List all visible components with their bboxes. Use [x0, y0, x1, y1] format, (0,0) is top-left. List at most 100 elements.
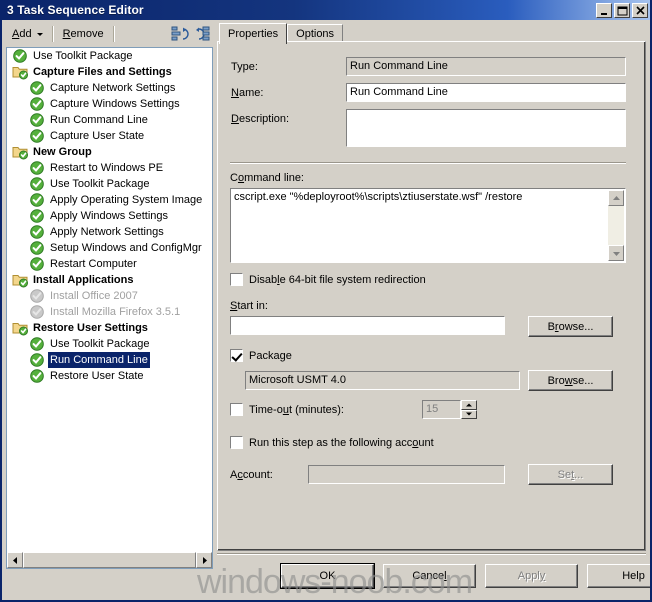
status-check-icon	[30, 113, 44, 127]
minimize-button[interactable]	[596, 2, 612, 18]
minimize-icon	[601, 12, 607, 15]
move-up-button[interactable]	[169, 24, 191, 44]
tree-item[interactable]: Capture Files and Settings	[7, 64, 212, 80]
right-arrow-icon	[202, 556, 207, 564]
status-check-icon	[30, 305, 44, 319]
tree-item[interactable]: Install Applications	[7, 272, 212, 288]
tree-horizontal-scrollbar[interactable]	[7, 552, 212, 568]
ok-button[interactable]: OK	[280, 563, 375, 589]
maximize-button[interactable]	[614, 2, 630, 18]
folder-icon	[12, 323, 28, 336]
help-button-label: Help	[622, 570, 645, 582]
tree-item-label: Install Applications	[33, 274, 134, 286]
status-check-icon	[30, 225, 44, 239]
status-check-icon	[30, 241, 44, 255]
start-in-input[interactable]	[230, 316, 505, 335]
timeout-value[interactable]: 15	[422, 400, 461, 419]
disable-redirection-checkbox[interactable]	[230, 273, 243, 286]
folder-icon	[12, 67, 28, 80]
run-as-checkbox[interactable]	[230, 436, 243, 449]
timeout-checkbox[interactable]	[230, 403, 243, 416]
help-button[interactable]: Help	[587, 564, 650, 588]
toolbar-separator-1	[51, 26, 54, 42]
command-line-scroll-down-button[interactable]	[608, 245, 624, 261]
start-in-browse-button[interactable]: Browse...	[528, 316, 613, 337]
close-icon	[636, 5, 645, 15]
tree-item[interactable]: Restore User Settings	[7, 320, 212, 336]
tree-item-label: Install Office 2007	[50, 290, 138, 302]
scroll-right-button[interactable]	[196, 552, 212, 568]
remove-button[interactable]: Remove	[57, 24, 110, 44]
tree-item-label: Capture Windows Settings	[50, 98, 180, 110]
status-check-icon	[30, 353, 44, 367]
start-in-label: Start in:	[230, 300, 268, 312]
package-checkbox[interactable]	[230, 349, 243, 362]
add-button[interactable]: Add	[6, 24, 49, 44]
tree-item[interactable]: Run Command Line	[7, 352, 212, 368]
set-account-button[interactable]: Set...	[528, 464, 613, 485]
tree-item[interactable]: Restart Computer	[7, 256, 212, 272]
status-check-icon	[30, 161, 44, 175]
description-input[interactable]	[346, 109, 626, 147]
tree-item[interactable]: New Group	[7, 144, 212, 160]
tree-item[interactable]: Restart to Windows PE	[7, 160, 212, 176]
apply-button[interactable]: Apply	[485, 564, 578, 588]
cancel-button[interactable]: Cancel	[383, 564, 476, 588]
tree-item[interactable]: Run Command Line	[7, 112, 212, 128]
status-check-icon	[30, 337, 44, 351]
group-folder-icon	[12, 320, 28, 336]
tree-item[interactable]: Use Toolkit Package	[7, 176, 212, 192]
command-line-input[interactable]: cscript.exe "%deployroot%\scripts\ztiuse…	[230, 188, 626, 263]
tree-item[interactable]: Apply Windows Settings	[7, 208, 212, 224]
tree-item-label: Restart Computer	[50, 258, 137, 270]
group-folder-icon	[12, 144, 28, 160]
move-down-button[interactable]	[191, 24, 213, 44]
status-check-icon	[30, 289, 44, 303]
type-label: Type:	[231, 61, 258, 73]
toolbar-separator-2	[112, 26, 115, 42]
tree-item-label: Apply Windows Settings	[50, 210, 168, 222]
tree-item[interactable]: Apply Operating System Image	[7, 192, 212, 208]
tree-item-label: Use Toolkit Package	[50, 338, 150, 350]
timeout-decrement-button[interactable]	[461, 409, 477, 419]
timeout-checkbox-row[interactable]: Time-out (minutes):	[230, 403, 344, 416]
run-as-checkbox-row[interactable]: Run this step as the following account	[230, 436, 434, 449]
tab-properties-label: Properties	[228, 28, 279, 40]
tree-item[interactable]: Restore User State	[7, 368, 212, 384]
tree-item[interactable]: Apply Network Settings	[7, 224, 212, 240]
timeout-spin-buttons[interactable]	[461, 400, 477, 419]
tree-item-label: Restore User Settings	[33, 322, 148, 334]
tree-item[interactable]: Setup Windows and ConfigMgr	[7, 240, 212, 256]
tree-item[interactable]: Capture User State	[7, 128, 212, 144]
status-check-icon	[13, 49, 27, 63]
timeout-increment-button[interactable]	[461, 400, 477, 410]
task-sequence-tree[interactable]: Use Toolkit Package Capture Files and Set…	[6, 47, 213, 569]
group-folder-icon	[12, 272, 28, 288]
tree-item[interactable]: Install Office 2007	[7, 288, 212, 304]
timeout-spinner[interactable]: 15	[422, 400, 477, 419]
account-input[interactable]	[308, 465, 505, 484]
package-label: Package	[249, 349, 292, 362]
tree-item[interactable]: Capture Windows Settings	[7, 96, 212, 112]
tab-options[interactable]: Options	[287, 24, 344, 42]
tree-item[interactable]: Use Toolkit Package	[7, 48, 212, 64]
tree-scrollbar-thumb[interactable]	[23, 552, 196, 568]
timeout-label: Time-out (minutes):	[249, 403, 344, 416]
tree-item[interactable]: Install Mozilla Firefox 3.5.1	[7, 304, 212, 320]
command-line-scroll-up-button[interactable]	[608, 190, 624, 206]
package-checkbox-row[interactable]: Package	[230, 349, 292, 362]
tree-item-label: Run Command Line	[50, 114, 148, 126]
package-value-field: Microsoft USMT 4.0	[245, 371, 520, 390]
dialog-footer: OK Cancel Apply Help	[217, 553, 650, 600]
tree-item[interactable]: Capture Network Settings	[7, 80, 212, 96]
close-button[interactable]	[632, 2, 648, 18]
step-status-icon	[12, 48, 28, 64]
package-browse-button[interactable]: Browse...	[528, 370, 613, 391]
task-sequence-editor-window: 3 Task Sequence Editor Add Remove Use To…	[0, 0, 652, 602]
name-input[interactable]: Run Command Line	[346, 83, 626, 102]
disable-redirection-checkbox-row[interactable]: Disable 64-bit file system redirection	[230, 273, 426, 286]
scroll-left-button[interactable]	[7, 552, 23, 568]
tree-item[interactable]: Use Toolkit Package	[7, 336, 212, 352]
command-line-scrollbar[interactable]	[608, 190, 624, 261]
tab-properties[interactable]: Properties	[219, 23, 288, 44]
